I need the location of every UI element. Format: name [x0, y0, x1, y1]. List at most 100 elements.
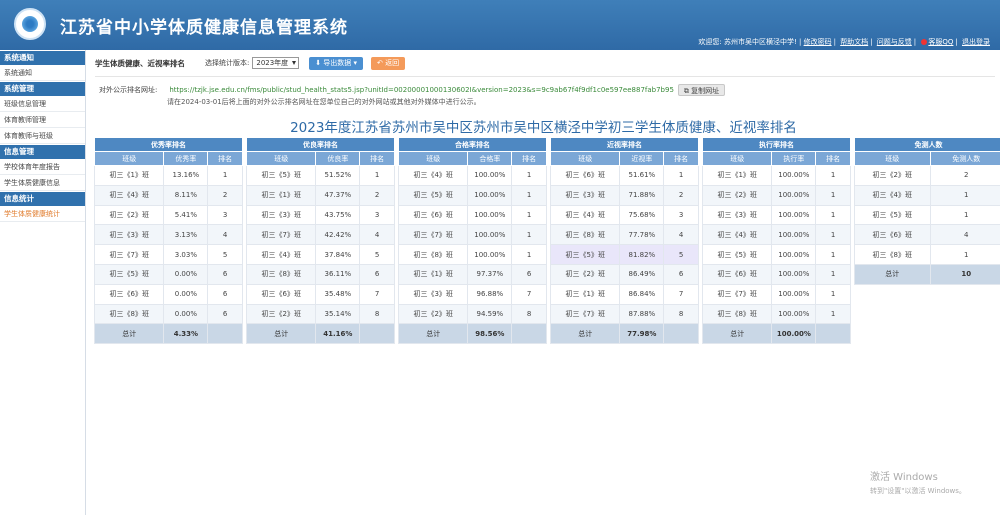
column-header: 排名: [207, 151, 243, 166]
help-docs-link[interactable]: 帮助文档: [840, 38, 868, 46]
table-row: 初三《5》班 100.00% 1: [397, 184, 547, 206]
table-row: 初三《7》班 100.00% 1: [701, 283, 851, 305]
column-header: 近视率: [619, 151, 665, 166]
table-cell: 2: [929, 165, 1000, 186]
table-row: 初三《5》班 0.00% 6: [93, 263, 243, 285]
table-cell: 初三《3》班: [549, 184, 621, 206]
table-row: 初三《2》班 2: [854, 165, 1000, 186]
total-cell: [511, 323, 547, 345]
table-cell: 100.00%: [467, 184, 513, 206]
total-cell: 98.56%: [467, 323, 513, 345]
sidebar-item[interactable]: 体育教师管理: [0, 112, 85, 128]
column-header: 排名: [359, 151, 395, 166]
table-row: 初三《3》班 100.00% 1: [701, 204, 851, 226]
copy-url-button[interactable]: ⧉ 复制网址: [677, 84, 726, 96]
table-cell: 初三《4》班: [701, 224, 773, 246]
table-cell: 51.52%: [315, 165, 361, 186]
column-header: 班级: [245, 151, 317, 166]
sidebar: 系统通知 系统通知 系统管理 班级信息管理 体育教师管理 体育教师与班级 信息管理 学校体育年…: [0, 50, 86, 515]
table-row: 初三《2》班 94.59% 8: [397, 303, 547, 325]
ranking-table: 执行率排名 班级 执行率 排名 初三《1》班 100.00% 1 初三《2》班 100.00% 1…: [701, 137, 851, 345]
sidebar-item[interactable]: 学校体育年度报告: [0, 159, 85, 175]
total-cell: 总计: [701, 323, 773, 345]
table-cell: 35.14%: [315, 303, 361, 325]
column-header: 班级: [93, 151, 165, 166]
sidebar-section-head: 信息统计: [0, 192, 85, 206]
column-header: 执行率: [771, 151, 817, 166]
column-header: 免测人数: [929, 151, 1000, 166]
table-cell: 87.88%: [619, 303, 665, 325]
table-cell: 2: [663, 184, 699, 206]
total-cell: [815, 323, 851, 345]
table-cell: 初三《5》班: [701, 244, 773, 265]
table-cell: 初三《8》班: [701, 303, 773, 325]
column-header: 合格率: [467, 151, 513, 166]
table-cell: 5.41%: [163, 204, 209, 226]
table-cell: 7: [511, 283, 547, 305]
table-cell: 4: [359, 224, 395, 246]
table-cell: 8: [663, 303, 699, 325]
table-cell: 初三《2》班: [701, 184, 773, 206]
public-url[interactable]: https://tzjk.jse.edu.cn/fms/public/stud_…: [169, 86, 674, 94]
sidebar-item[interactable]: 体育教师与班级: [0, 128, 85, 144]
total-cell: 总计: [245, 323, 317, 345]
table-cell: 初三《2》班: [854, 165, 931, 186]
table-cell: 1: [929, 244, 1000, 265]
table-cell: 0.00%: [163, 263, 209, 285]
sidebar-item[interactable]: 学生体质健康统计: [0, 206, 85, 222]
table-cell: 初三《3》班: [93, 224, 165, 246]
total-cell: 100.00%: [771, 323, 817, 345]
feedback-link[interactable]: 问题与反馈: [877, 38, 912, 46]
ranking-table: 优良率排名 班级 优良率 排名 初三《5》班 51.52% 1 初三《1》班 47.37% 2 初三…: [245, 137, 395, 345]
table-cell: 1: [511, 165, 547, 186]
table-cell: 初三《5》班: [397, 184, 469, 206]
notice-text: 请在2024-03-01后将上面的对外公示排名网址在您单位自己的对外网站或其他对…: [167, 98, 481, 106]
ranking-table: 合格率排名 班级 合格率 排名 初三《4》班 100.00% 1 初三《5》班 100.00% 1…: [397, 137, 547, 345]
column-header: 班级: [549, 151, 621, 166]
table-cell: 6: [511, 263, 547, 285]
table-cell: 2: [359, 184, 395, 206]
table-cell: 51.61%: [619, 165, 665, 186]
table-cell: 初三《8》班: [245, 263, 317, 285]
table-cell: 7: [663, 283, 699, 305]
system-title: 江苏省中小学体质健康信息管理系统: [60, 18, 348, 38]
table-cell: 初三《6》班: [397, 204, 469, 226]
table-row: 初三《7》班 87.88% 8: [549, 303, 699, 325]
change-password-link[interactable]: 修改密码: [804, 38, 832, 46]
table-cell: 6: [207, 303, 243, 325]
sidebar-item[interactable]: 系统通知: [0, 65, 85, 81]
table-row: 初三《8》班 77.78% 4: [549, 224, 699, 246]
total-row: 总计 98.56%: [397, 323, 547, 345]
table-cell: 100.00%: [467, 244, 513, 265]
table-cell: 3: [663, 204, 699, 226]
total-cell: 41.16%: [315, 323, 361, 345]
table-row: 初三《6》班 4: [854, 224, 1000, 246]
table-cell: 初三《2》班: [93, 204, 165, 226]
table-cell: 初三《6》班: [854, 224, 931, 246]
sidebar-item[interactable]: 班级信息管理: [0, 96, 85, 112]
top-links: 欢迎您: 苏州市吴中区横泾中学! | 修改密码 | 帮助文档 | 问题与反馈 | 客服…: [698, 38, 990, 46]
logout-link[interactable]: 退出登录: [962, 38, 990, 46]
table-cell: 初三《7》班: [93, 244, 165, 265]
export-label: 导出数据: [323, 58, 352, 67]
watermark-line2: 转到"设置"以激活 Windows。: [870, 487, 966, 495]
table-cell: 初三《2》班: [245, 303, 317, 325]
table-cell: 1: [929, 204, 1000, 226]
table-row: 初三《5》班 51.52% 1: [245, 165, 395, 186]
table-cell: 7: [359, 283, 395, 305]
table-row: 初三《4》班 100.00% 1: [701, 224, 851, 246]
table-cell: 81.82%: [619, 244, 665, 265]
qq-service-link[interactable]: 客服QQ: [928, 38, 953, 46]
table-cell: 100.00%: [771, 263, 817, 285]
main-content: 学生体质健康、近视率排名 选择统计版本: 2023年度 ⬇ 导出数据 ▾ ↶ 返…: [87, 50, 1000, 515]
table-cell: 初三《4》班: [854, 184, 931, 206]
table-cell: 37.84%: [315, 244, 361, 265]
total-row: 总计 77.98%: [549, 323, 699, 345]
export-button[interactable]: ⬇ 导出数据 ▾: [309, 56, 364, 70]
table-cell: 初三《4》班: [397, 165, 469, 186]
back-button[interactable]: ↶ 返回: [371, 56, 406, 70]
logo: [14, 8, 46, 40]
sidebar-item[interactable]: 学生体质健康信息: [0, 175, 85, 191]
table-cell: 96.88%: [467, 283, 513, 305]
version-select[interactable]: 2023年度: [252, 57, 300, 69]
